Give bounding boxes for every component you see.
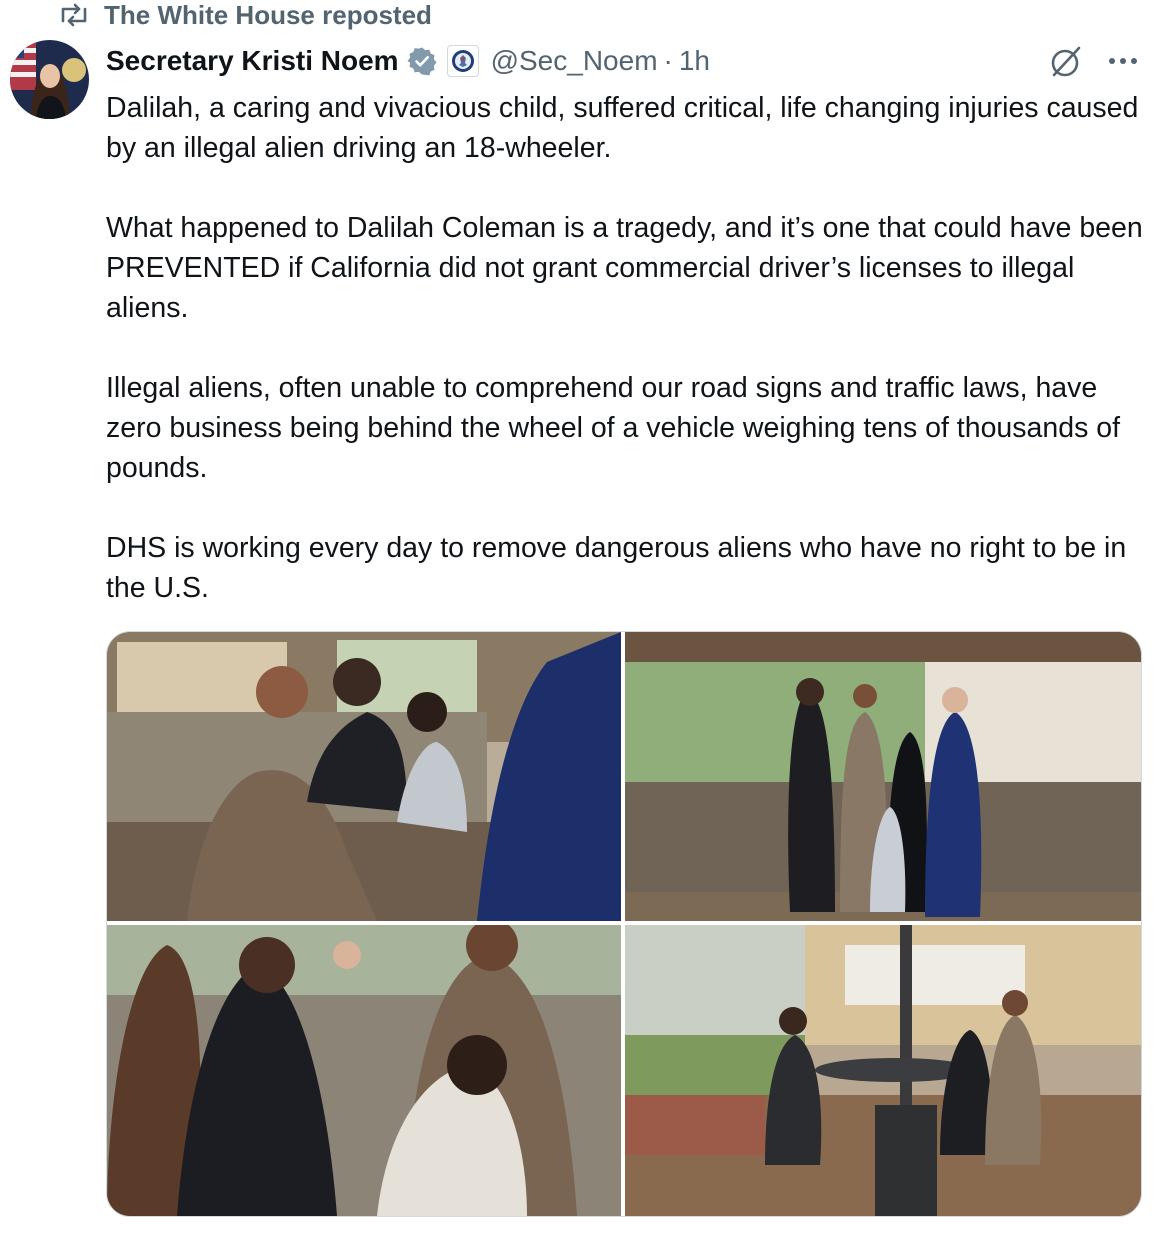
repost-indicator[interactable]: The White House reposted xyxy=(58,0,432,30)
verified-badge-icon[interactable] xyxy=(407,46,437,76)
media-grid xyxy=(106,631,1142,1217)
more-options-icon[interactable] xyxy=(1106,46,1140,76)
tweet-paragraph: What happened to Dalilah Coleman is a tr… xyxy=(106,212,1143,324)
photo-4[interactable] xyxy=(625,925,1141,1216)
photo-2[interactable] xyxy=(625,632,1141,921)
avatar[interactable] xyxy=(10,40,89,119)
tweet-header: Secretary Kristi Noem @Sec_Noem · 1h xyxy=(106,38,710,84)
repost-label[interactable]: The White House reposted xyxy=(104,0,432,30)
separator-dot: · xyxy=(663,45,673,76)
dhs-seal-icon[interactable] xyxy=(446,45,479,77)
author-handle[interactable]: @Sec_Noem xyxy=(491,45,658,77)
tweet-text: Dalilah, a caring and vivacious child, s… xyxy=(106,88,1146,608)
photo-3[interactable] xyxy=(107,925,621,1216)
author-name[interactable]: Secretary Kristi Noem xyxy=(106,45,399,77)
tweet-paragraph: Dalilah, a caring and vivacious child, s… xyxy=(106,92,1139,164)
repost-icon xyxy=(58,2,90,28)
timestamp[interactable]: 1h xyxy=(679,45,710,77)
photo-1[interactable] xyxy=(107,632,621,921)
tweet-paragraph: DHS is working every day to remove dange… xyxy=(106,532,1127,604)
grok-icon[interactable] xyxy=(1048,44,1084,80)
tweet-paragraph: Illegal aliens, often unable to comprehe… xyxy=(106,372,1121,484)
